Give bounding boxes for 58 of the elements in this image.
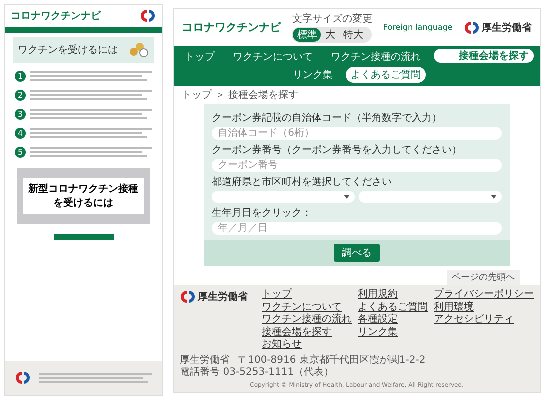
caret-icon (344, 195, 350, 199)
address-text: 電話番号 03-5253-1111（代表） (180, 366, 334, 378)
ministry-logo[interactable]: 厚生労働省 (180, 289, 248, 305)
footer-link[interactable]: アクセシビリティ (434, 314, 534, 326)
footer-link[interactable]: ワクチン接種の流れ (262, 314, 352, 326)
footer-link[interactable]: 接種会場を探す (262, 326, 352, 339)
step-number: 1 (15, 71, 26, 82)
footer-link[interactable]: トップ (262, 289, 352, 302)
caret-icon (491, 195, 497, 199)
nav-link[interactable]: ワクチンについて (228, 49, 318, 65)
ministry-logo-icon (15, 370, 31, 386)
font-size-option[interactable]: 大 (321, 28, 340, 42)
footer-link[interactable]: お知らせ (262, 339, 352, 352)
input-field[interactable]: 自治体コード（6桁） (212, 127, 502, 140)
ministry-logo-icon (180, 289, 196, 305)
nav-link[interactable]: リンク集 (288, 67, 338, 83)
ministry-logo-icon (464, 20, 480, 36)
input-field[interactable]: 年／月／日 (212, 222, 502, 235)
step-number: 3 (15, 109, 26, 120)
font-size-option[interactable]: 特大 (339, 28, 368, 42)
footer-link[interactable]: ワクチンについて (262, 302, 352, 314)
field-label: クーポン券記載の自治体コード（半角数字で入力） (212, 112, 444, 125)
breadcrumb: トップ ＞ 接種会場を探す (181, 88, 300, 103)
page-title: ワクチンを受けるには (18, 44, 118, 57)
input-field[interactable]: クーポン番号 (212, 159, 502, 172)
step-number: 4 (15, 128, 26, 139)
footer-link[interactable]: 利用規約 (358, 289, 428, 302)
footer-link[interactable]: よくあるご質問 (358, 302, 428, 314)
nav-link[interactable]: よくあるご質問 (346, 67, 426, 83)
nav-link[interactable]: ワクチン接種の流れ (326, 49, 426, 65)
field-label: 生年月日をクリック： (212, 206, 314, 220)
footer-link[interactable]: プライバシーポリシー (434, 289, 534, 302)
dropdown[interactable] (212, 191, 356, 203)
nav-link[interactable]: 接種会場を探す (434, 49, 534, 63)
site-logo[interactable]: コロナワクチンナビ (182, 20, 282, 35)
language-link[interactable]: Foreign language (383, 23, 453, 32)
step-number: 5 (15, 147, 26, 158)
dropdown[interactable] (359, 191, 502, 203)
step-number: 2 (15, 90, 26, 101)
footer-link[interactable]: 各種設定 (358, 314, 428, 326)
font-size-option[interactable]: 標準 (293, 28, 322, 42)
video-caption: 新型コロナワクチン接種を受けるには (23, 178, 144, 214)
address-text: 厚生労働省 (180, 354, 230, 366)
address-text: 〒100-8916 東京都千代田区霞が関1-2-2 (238, 354, 426, 366)
video-page-button[interactable] (54, 234, 114, 240)
coins-icon (129, 42, 150, 58)
search-button[interactable]: 調べる (334, 244, 380, 262)
field-label: 都道府県と市区町村を選択してください (212, 176, 394, 189)
video-thumbnail[interactable]: 新型コロナワクチン接種を受けるには (17, 168, 150, 224)
footer-link[interactable]: 利用環境 (434, 302, 534, 314)
ministry-logo[interactable]: 厚生労働省 (464, 20, 532, 36)
site-logo[interactable]: コロナワクチンナビ (11, 9, 101, 23)
field-label: クーポン券番号（クーポン券番号を入力してください） (212, 144, 464, 157)
page-top-link[interactable]: ページの先頭へ (447, 270, 520, 285)
footer-link[interactable]: リンク集 (358, 326, 428, 339)
font-size-label: 文字サイズの変更 (292, 12, 372, 26)
nav-link[interactable]: トップ (180, 49, 220, 65)
ministry-logo-icon (140, 8, 156, 24)
